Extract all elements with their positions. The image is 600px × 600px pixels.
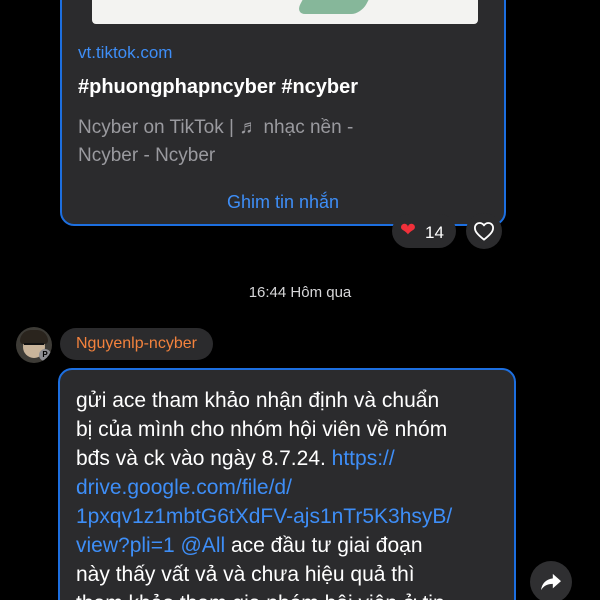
message-line: bđs và ck vào ngày 8.7.24. https:// [76, 444, 506, 473]
link-description: Ncyber on TikTok | ♬ nhạc nền - Ncyber -… [78, 114, 478, 170]
sender-name[interactable]: Nguyenlp-ncyber [60, 328, 213, 360]
reaction-chip[interactable]: ❤ 14 [392, 214, 456, 248]
link-preview-message[interactable]: vt.tiktok.com #phuongphapncyber #ncyber … [60, 0, 506, 226]
chat-screen: vt.tiktok.com #phuongphapncyber #ncyber … [0, 0, 600, 600]
reaction-count: 14 [425, 223, 444, 242]
avatar[interactable]: P [16, 327, 52, 363]
message-body: gửi ace tham khảo nhận định và chuẩn bị … [76, 386, 506, 600]
link-title[interactable]: #phuongphapncyber #ncyber [78, 76, 358, 99]
message-line: này thấy vất vả và chưa hiệu quả thì [76, 563, 415, 586]
avatar-badge: P [39, 349, 51, 361]
link-description-line: Ncyber on TikTok | ♬ nhạc nền - [78, 117, 354, 138]
message-text: ace đầu tư giai đoạn [225, 534, 423, 557]
avatar-hair [20, 330, 48, 344]
share-forward-icon [541, 573, 561, 591]
heart-icon: ❤ [400, 220, 416, 241]
message-link[interactable]: 1pxqv1z1mbtG6tXdFV-ajs1nTr5K3hsyB/ [76, 502, 506, 531]
forward-button[interactable] [530, 561, 572, 600]
mention-all[interactable]: @All [175, 534, 225, 557]
message-timestamp: 16:44 Hôm qua [248, 284, 352, 301]
message-link[interactable]: view?pli=1 [76, 534, 175, 557]
message-line: view?pli=1 @All ace đầu tư giai đoạn [76, 531, 506, 560]
link-domain[interactable]: vt.tiktok.com [78, 43, 172, 63]
message-link[interactable]: drive.google.com/file/d/ [76, 473, 506, 502]
message-link[interactable]: https:// [332, 447, 395, 470]
pin-message-button[interactable]: Ghim tin nhắn [62, 192, 504, 213]
message-text: bđs và ck vào ngày 8.7.24. [76, 447, 332, 470]
react-button[interactable] [466, 213, 502, 249]
heart-outline-icon [473, 222, 494, 241]
message-line: gửi ace tham khảo nhận định và chuẩn [76, 389, 440, 412]
link-description-line: Ncyber - Ncyber [78, 145, 216, 166]
message-line: tham khảo tham gia nhóm hội viên ở tin [76, 589, 506, 600]
text-message[interactable]: gửi ace tham khảo nhận định và chuẩn bị … [58, 368, 516, 600]
message-line: bị của mình cho nhóm hội viên về nhóm [76, 418, 448, 441]
link-preview-thumbnail[interactable] [62, 0, 504, 26]
thumbnail-shirt [92, 0, 478, 24]
